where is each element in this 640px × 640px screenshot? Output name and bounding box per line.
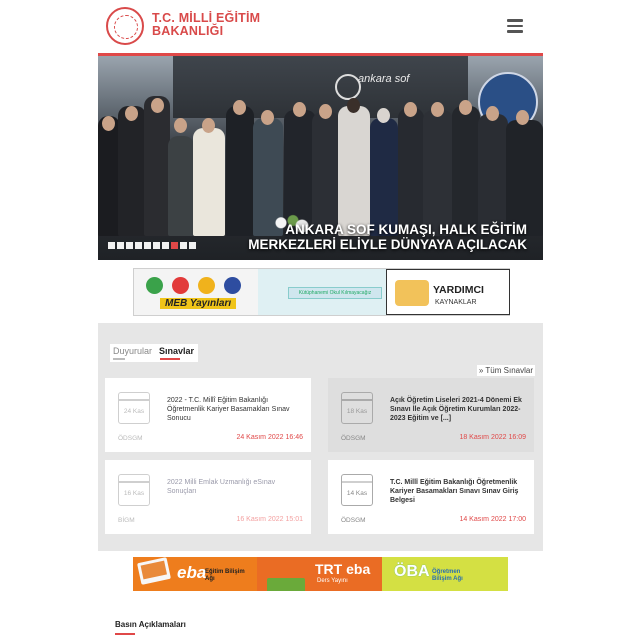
logo-line-2: BAKANLIĞI xyxy=(152,24,224,38)
card-org: BİGM xyxy=(118,517,135,524)
meb-logo-icon[interactable] xyxy=(106,7,144,45)
press-releases-heading: Basın Açıklamaları xyxy=(115,620,186,635)
card-date: 14 Kas xyxy=(346,490,368,497)
slider-dot[interactable] xyxy=(126,242,133,249)
slider-dot-active[interactable] xyxy=(171,242,178,249)
menu-icon[interactable] xyxy=(507,19,523,33)
slider-dot[interactable] xyxy=(153,242,160,249)
announcements-exams-section: Duyurular Sınavlar » Tüm Sınavlar 24 Kas… xyxy=(98,323,543,551)
card-date: 16 Kas xyxy=(123,490,145,497)
yardimci-subtitle: KAYNAKLAR xyxy=(435,299,477,306)
slider-dot[interactable] xyxy=(117,242,124,249)
slider-dot[interactable] xyxy=(180,242,187,249)
card-title: 2022 Milli Emlak Uzmanlığı eSınav Sonuçl… xyxy=(167,479,276,495)
card-title: T.C. Millî Eğitim Bakanlığı Öğretmenlik … xyxy=(390,479,519,504)
slider-dot[interactable] xyxy=(162,242,169,249)
card-time: 14 Kasım 2022 17:00 xyxy=(459,516,526,523)
eba-link[interactable]: eba Eğitim Bilişim Ağı xyxy=(133,557,257,591)
slider-caption-line-2: MERKEZLERİ ELİYLE DÜNYAYA AÇILACAK xyxy=(248,237,527,252)
yardimci-kaynaklar-link[interactable]: YARDIMCI KAYNAKLAR xyxy=(386,269,510,315)
double-chevron-right-icon: » xyxy=(478,366,484,375)
card-title: 2022 - T.C. Millî Eğitim Bakanlığı Öğret… xyxy=(167,397,290,422)
exam-card[interactable]: 24 Kas 2022 - T.C. Millî Eğitim Bakanlığ… xyxy=(105,378,311,452)
card-time: 16 Kasım 2022 15:01 xyxy=(236,516,303,523)
oba-link[interactable]: ÖBA Öğretmen Bilişim Ağı xyxy=(382,557,508,591)
exam-card[interactable]: 14 Kas T.C. Millî Eğitim Bakanlığı Öğret… xyxy=(328,460,534,534)
kutuphane-label: Kütüphanemi Okul Kılmayacağız xyxy=(288,287,382,299)
calendar-icon: 18 Kas xyxy=(341,392,373,424)
news-slider[interactable]: ankara sof ANKARA SOF KUMAŞI, HALK EĞİTİ… xyxy=(98,56,543,260)
app-icon xyxy=(198,277,215,294)
card-org: ÖDSGM xyxy=(118,435,143,442)
site-header: T.C. MİLLİ EĞİTİM BAKANLIĞI xyxy=(98,0,543,56)
exam-card[interactable]: 16 Kas 2022 Milli Emlak Uzmanlığı eSınav… xyxy=(105,460,311,534)
slider-caption[interactable]: ANKARA SOF KUMAŞI, HALK EĞİTİM MERKEZLER… xyxy=(248,222,527,252)
children-books-icon xyxy=(395,280,429,306)
kutuphane-link[interactable]: Kütüphanemi Okul Kılmayacağız xyxy=(258,269,386,315)
tab-duyurular[interactable]: Duyurular xyxy=(110,344,156,362)
meb-yayinlari-label: MEB Yayınları xyxy=(160,298,237,309)
meb-yayinlari-link[interactable]: MEB Yayınları xyxy=(134,269,258,315)
card-title: Açık Öğretim Liseleri 2021-4 Dönemi Ek S… xyxy=(390,397,522,422)
card-time: 18 Kasım 2022 16:09 xyxy=(459,434,526,441)
exam-card[interactable]: 18 Kas Açık Öğretim Liseleri 2021-4 Döne… xyxy=(328,378,534,452)
trt-eba-link[interactable]: TRT eba Ders Yayını xyxy=(257,557,382,591)
card-date: 18 Kas xyxy=(346,408,368,415)
card-org: ÖDSGM xyxy=(341,517,366,524)
slider-dot[interactable] xyxy=(108,242,115,249)
card-time: 24 Kasım 2022 16:46 xyxy=(236,434,303,441)
calendar-icon: 14 Kas xyxy=(341,474,373,506)
card-org: ÖDSGM xyxy=(341,435,366,442)
stage-logo-text: ankara sof xyxy=(358,73,410,85)
app-icon xyxy=(172,277,189,294)
all-exams-link[interactable]: » Tüm Sınavlar xyxy=(476,365,535,376)
app-icon xyxy=(146,277,163,294)
promo-banner-platforms: eba Eğitim Bilişim Ağı TRT eba Ders Yayı… xyxy=(133,557,508,591)
slider-dot[interactable] xyxy=(189,242,196,249)
tab-sinavlar[interactable]: Sınavlar xyxy=(156,344,198,362)
card-date: 24 Kas xyxy=(123,408,145,415)
oba-subtitle: Öğretmen Bilişim Ağı xyxy=(432,569,463,582)
site-logo-text[interactable]: T.C. MİLLİ EĞİTİM BAKANLIĞI xyxy=(152,12,260,38)
laptop-icon xyxy=(137,557,171,585)
all-exams-label: Tüm Sınavlar xyxy=(485,366,533,375)
slider-dot[interactable] xyxy=(144,242,151,249)
calendar-icon: 24 Kas xyxy=(118,392,150,424)
eba-subtitle: Eğitim Bilişim Ağı xyxy=(205,569,245,582)
slider-pagination xyxy=(108,242,196,249)
calendar-icon: 16 Kas xyxy=(118,474,150,506)
oba-logo-text: ÖBA xyxy=(394,563,430,580)
app-icon xyxy=(224,277,241,294)
eba-logo-text: eba xyxy=(177,563,207,582)
slider-caption-line-1: ANKARA SOF KUMAŞI, HALK EĞİTİM xyxy=(285,222,527,237)
page: T.C. MİLLİ EĞİTİM BAKANLIĞI ankara sof A… xyxy=(98,0,543,640)
tab-bar: Duyurular Sınavlar xyxy=(110,344,199,362)
yardimci-title: YARDIMCI xyxy=(433,284,484,296)
trt-eba-subtitle: Ders Yayını xyxy=(317,578,348,584)
trt-eba-logo-text: TRT eba xyxy=(315,561,371,577)
tv-icon xyxy=(267,578,305,591)
promo-banner-resources: MEB Yayınları Kütüphanemi Okul Kılmayaca… xyxy=(133,268,510,316)
slider-dot[interactable] xyxy=(135,242,142,249)
